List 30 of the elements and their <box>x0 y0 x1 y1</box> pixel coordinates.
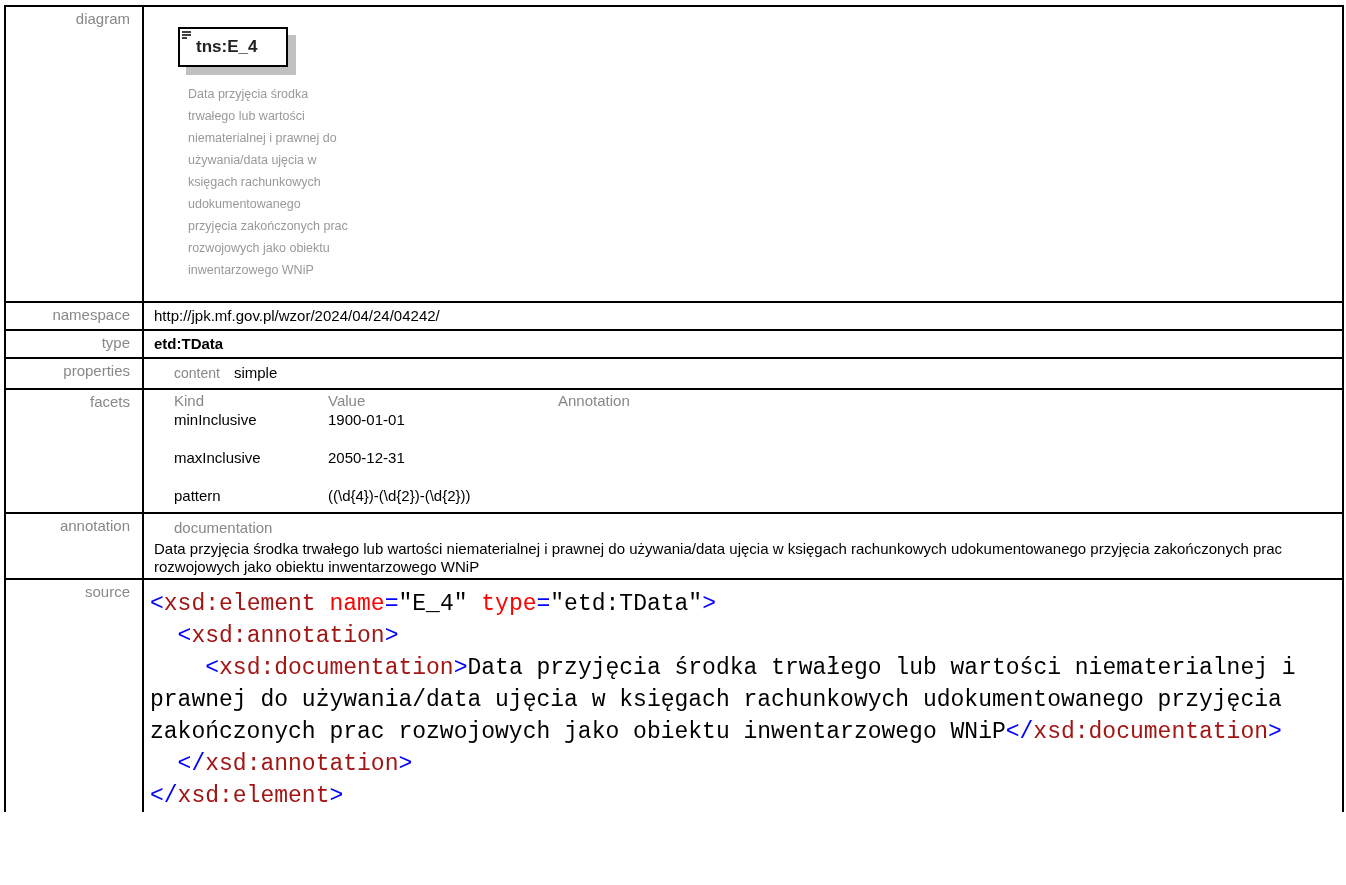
column-header: Annotation <box>558 391 630 410</box>
row-label: facets <box>89 392 130 410</box>
property-value: simple <box>233 363 278 383</box>
facet-kind: maxInclusive <box>174 447 262 468</box>
annotation-heading: documentation <box>174 518 273 536</box>
facet-value: 2050-12-31 <box>328 447 405 468</box>
row-label: source <box>84 582 130 600</box>
facet-value: ((\d{4})-(\d{2})-(\d{2})) <box>328 485 471 506</box>
row-label: diagram <box>75 10 130 27</box>
column-header: Kind <box>174 391 206 410</box>
code-line: </xsd:annotation> <box>176 749 414 779</box>
facet-kind: pattern <box>174 485 222 506</box>
property-key: content <box>174 363 220 384</box>
element-description: Data przyjęcia środka trwałego lub wartości niematerialnej i prawnej do używania/data ujęcia w księgach rachunkowych udokumentowanego przyjęcia zakończonych prac rozwojowych jako obiektu inwentarzowego WNiP <box>188 86 349 279</box>
namespace-url: http://jpk.mf.gov.pl/wzor/2024/04/24/04242/ <box>154 307 440 324</box>
lines-icon <box>182 31 191 39</box>
row-label: type <box>101 334 130 351</box>
row-label: namespace <box>52 306 130 323</box>
code-line: <xsd:element name="E_4" type="etd:TData"> <box>150 589 717 619</box>
code-line: </xsd:element> <box>150 781 345 811</box>
row-label: annotation <box>59 516 130 534</box>
element-name: tns:E_4 <box>196 36 258 59</box>
code-line: <xsd:documentation>Data przyjęcia środka trwałego lub wartości niematerialnej i prawnej do używania/data ujęcia w księgach rachunkowych udokumentowanego przyjęcia zakończonych prac rozwojowych jako obiektu inwentarzowego WNiP</xsd:documentation> <box>150 653 1297 747</box>
code-line: <xsd:annotation> <box>176 621 400 651</box>
column-header: Value <box>328 391 367 410</box>
documentation-text: Data przyjęcia środka trwałego lub wartości niematerialnej i prawnej do używania/data ujęcia w księgach rachunkowych udokumentowanego przyjęcia zakończonych prac rozwojowych jako obiektu inwentarzowego WNiP <box>154 539 1284 576</box>
facet-kind: minInclusive <box>174 409 258 430</box>
row-label: properties <box>63 362 130 379</box>
facet-value: 1900-01-01 <box>328 409 405 430</box>
type-name: etd:TData <box>154 335 224 352</box>
